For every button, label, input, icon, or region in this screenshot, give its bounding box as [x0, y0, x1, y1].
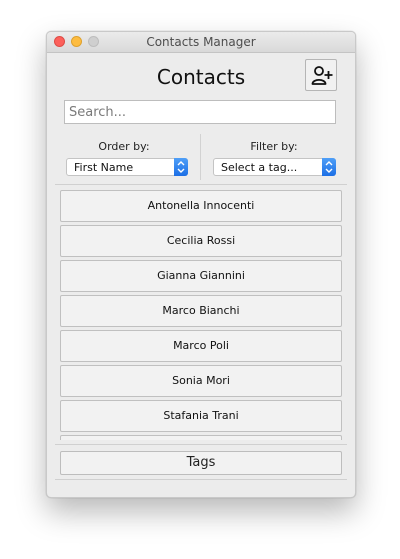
filter-by-value: Select a tag... — [221, 161, 298, 174]
divider — [55, 444, 347, 445]
order-by-select[interactable]: First Name — [66, 158, 188, 176]
divider — [55, 479, 347, 480]
contact-button[interactable]: Antonella Innocenti — [60, 190, 342, 222]
contact-button[interactable]: Stafania Trani — [60, 400, 342, 432]
filter-by-label: Filter by: — [250, 140, 298, 153]
contact-button[interactable]: Marco Poli — [60, 330, 342, 362]
chevron-up-down-icon — [322, 158, 336, 176]
chevron-up-down-icon — [174, 158, 188, 176]
contact-button[interactable]: Cecilia Rossi — [60, 225, 342, 257]
tags-button[interactable]: Tags — [60, 451, 342, 475]
add-contact-button[interactable] — [305, 59, 337, 91]
order-by-label: Order by: — [98, 140, 150, 153]
contact-button[interactable]: Gianna Giannini — [60, 260, 342, 292]
contact-button[interactable] — [60, 435, 342, 440]
order-by-value: First Name — [74, 161, 134, 174]
divider — [55, 184, 347, 185]
vertical-divider — [200, 134, 201, 180]
contacts-manager-window: Contacts Manager Contacts Order by: Filt… — [46, 31, 356, 498]
window-title: Contacts Manager — [146, 35, 256, 49]
filter-by-select[interactable]: Select a tag... — [213, 158, 336, 176]
contact-button[interactable]: Sonia Mori — [60, 365, 342, 397]
contact-button[interactable]: Marco Bianchi — [60, 295, 342, 327]
title-bar[interactable]: Contacts Manager — [47, 32, 355, 53]
search-input[interactable] — [64, 100, 336, 124]
contacts-list[interactable]: Antonella Innocenti Cecilia Rossi Gianna… — [60, 188, 342, 440]
